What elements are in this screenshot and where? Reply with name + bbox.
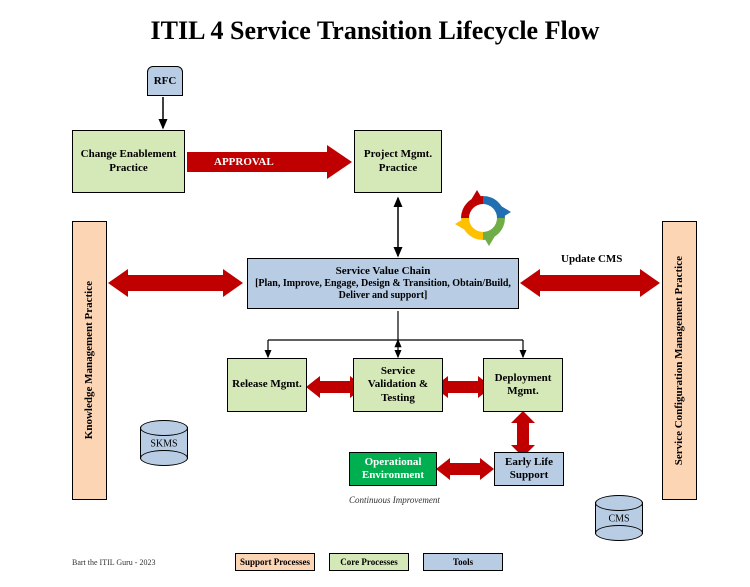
arrow-svc-to-km	[108, 269, 243, 297]
legend-tools: Tools	[423, 553, 503, 571]
legend: Support Processes Core Processes Tools	[235, 553, 503, 571]
label-continuous-improvement: Continuous Improvement	[349, 495, 440, 505]
box-release-mgmt: Release Mgmt.	[227, 358, 307, 412]
box-service-validation-testing: Service Validation & Testing	[353, 358, 443, 412]
label-knowledge-mgmt: Knowledge Management Practice	[83, 281, 96, 439]
improvement-cycle-icon	[455, 190, 511, 246]
cylinder-skms: SKMS	[140, 420, 188, 466]
svc-line2: [Plan, Improve, Engage, Design & Transit…	[250, 278, 516, 302]
label-update-cms: Update CMS	[561, 253, 622, 265]
arrow-openv-earlylife	[436, 458, 494, 480]
box-change-enablement: Change Enablement Practice	[72, 130, 185, 193]
box-service-value-chain: Service Value Chain [Plan, Improve, Enga…	[247, 258, 519, 309]
diagram-canvas: ITIL 4 Service Transition Lifecycle Flow…	[0, 0, 750, 587]
arrow-deploy-earlylife	[511, 411, 535, 457]
credit-text: Bart the ITIL Guru - 2023	[72, 558, 155, 567]
box-early-life-support: Early Life Support	[494, 452, 564, 486]
rfc-tag: RFC	[147, 66, 183, 96]
legend-support: Support Processes	[235, 553, 315, 571]
label-approval: APPROVAL	[214, 156, 274, 168]
arrow-svc-to-scm	[520, 269, 660, 297]
svc-line1: Service Value Chain	[336, 265, 431, 278]
label-skms: SKMS	[140, 439, 188, 450]
box-operational-environment: Operational Environment	[349, 452, 437, 486]
label-service-config-mgmt: Service Configuration Management Practic…	[673, 256, 686, 465]
box-deployment-mgmt: Deployment Mgmt.	[483, 358, 563, 412]
legend-core: Core Processes	[329, 553, 409, 571]
box-project-mgmt: Project Mgmt. Practice	[354, 130, 442, 193]
cylinder-cms: CMS	[595, 495, 643, 541]
box-service-config-mgmt: Service Configuration Management Practic…	[662, 221, 697, 500]
label-cms: CMS	[595, 514, 643, 525]
box-knowledge-mgmt: Knowledge Management Practice	[72, 221, 107, 500]
